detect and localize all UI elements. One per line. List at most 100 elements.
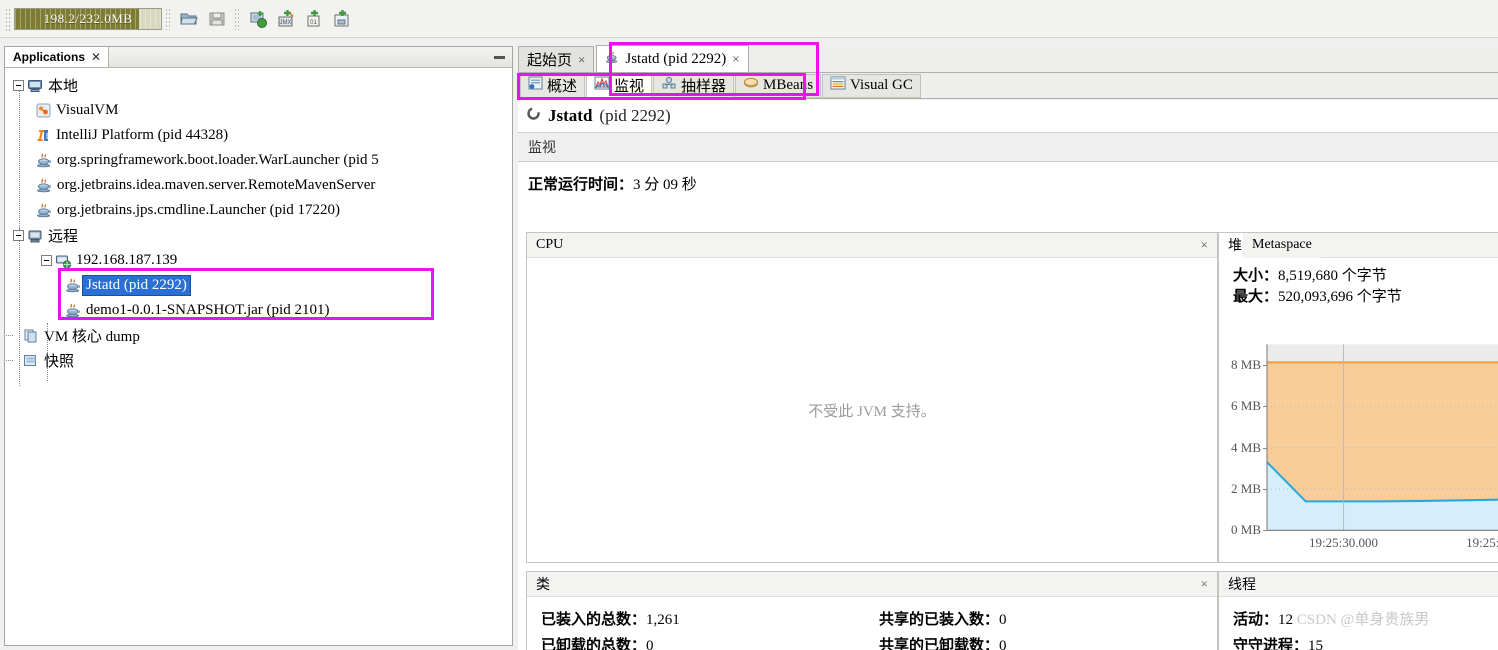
tree-node-remote[interactable]: 远程 [5,223,512,248]
csdn-watermark: CSDN @单身贵族男 [1296,612,1430,628]
cpu-pane: CPU × 不受此 JVM 支持。 [526,232,1218,563]
threads-pane-body: 活动：12 CSDN @单身贵族男 守守进程：15 [1219,597,1498,650]
java-icon [605,50,619,69]
threads-daemon-label: 守守进程： [1233,638,1309,650]
java-icon [36,203,52,218]
applications-panel: Applications ✕ 本地 VisualVM B IntelliJ Pl… [4,46,513,646]
classes-row-loaded: 已装入的总数：1,261 共享的已装入数：0 [541,607,1217,633]
cpu-pane-title: CPU [536,237,564,252]
tree-item-jstatd[interactable]: Jstatd (pid 2292) [5,273,512,298]
close-icon[interactable]: × [732,51,739,67]
close-icon[interactable]: × [578,52,585,68]
y-axis-tick-label: 2 MB [1231,480,1261,496]
tree-item-label: demo1-0.0.1-SNAPSHOT.jar (pid 2101) [86,302,330,318]
sampler-icon [661,76,677,95]
heap-tab-metaspace[interactable]: Metaspace [1243,232,1321,258]
collapse-handle-icon[interactable] [41,255,52,266]
monitor-view: Jstatd (pid 2292) 监视 正常运行时间：3 分 09 秒 CPU… [518,100,1498,650]
threads-pane-header: 线程 [1219,572,1498,597]
visualvm-window: 198.2/232.0MB JMX 01 Applications ✕ 本地 V… [0,0,1498,650]
close-icon[interactable]: × [1198,576,1211,592]
threads-row-daemon: 守守进程：15 [1233,633,1498,650]
tree-node-local-label: 本地 [48,79,79,95]
monitor-icon [594,76,610,95]
tree-item-remotemavenserver[interactable]: org.jetbrains.idea.maven.server.RemoteMa… [5,173,512,198]
app-title-pid: (pid 2292) [599,106,671,125]
tree-item-demo1-jar[interactable]: demo1-0.0.1-SNAPSHOT.jar (pid 2101) [5,298,512,323]
document-tabs: 起始页 × Jstatd (pid 2292) × [518,45,1498,73]
heap-max-value: 520,093,696 个字节 [1278,289,1402,305]
classes-pane: 类 × 已装入的总数：1,261 共享的已装入数：0 已卸载的总数：0 共享的已… [526,571,1218,650]
main-toolbar: 198.2/232.0MB JMX 01 [0,0,1498,38]
x-axis-tick-label: 19:25: [1466,534,1498,550]
y-axis-tick [1263,365,1267,366]
toolbar-separator-2 [234,7,241,30]
close-icon[interactable]: × [1198,237,1211,253]
applications-tree[interactable]: 本地 VisualVM B IntelliJ Platform (pid 443… [5,68,512,645]
subtab-monitor-label: 监视 [614,79,645,95]
add-remote-host-button[interactable] [245,6,271,32]
tree-node-local[interactable]: 本地 [5,73,512,98]
tree-node-vm-coredump-label: VM 核心 dump [44,329,140,345]
add-jmx-connection-button[interactable]: JMX [273,6,299,32]
y-axis-tick-label: 0 MB [1231,522,1261,538]
tab-start-page-label: 起始页 [527,53,573,69]
toolbar-grip[interactable] [4,6,11,31]
heap-chart[interactable]: 0 MB 2 MB 4 MB 6 MB 8 MB 19:25:30.000 19:25: [1219,338,1498,562]
add-vm-coredump-button[interactable]: 01 [301,6,327,32]
y-axis-tick-label: 4 MB [1231,439,1261,455]
subtab-overview[interactable]: 概述 [520,73,586,98]
classes-shared-unloaded-label: 共享的已卸载数： [879,638,1000,650]
uptime-value: 3 分 09 秒 [633,177,697,193]
subtab-visual-gc[interactable]: Visual GC [822,73,921,98]
close-icon[interactable]: ✕ [91,50,101,64]
tree-item-jpslauncher[interactable]: org.jetbrains.jps.cmdline.Launcher (pid … [5,198,512,223]
classes-shared-loaded-label: 共享的已装入数： [879,612,1000,628]
threads-counters: 活动：12 CSDN @单身贵族男 守守进程：15 [1219,597,1498,650]
y-axis-tick [1263,530,1267,532]
subtab-sampler-label: 抽样器 [681,79,727,95]
remote-host-icon [27,228,43,244]
tab-applications[interactable]: Applications ✕ [5,47,110,67]
tree-node-vm-coredump[interactable]: VM 核心 dump [5,323,512,348]
memory-gauge[interactable]: 198.2/232.0MB [14,7,162,30]
java-icon [65,278,81,293]
collapse-handle-icon[interactable] [13,230,24,241]
classes-pane-title: 类 [536,578,550,593]
subtab-mbeans[interactable]: MBeans [735,73,822,98]
add-snapshot-button[interactable] [329,6,355,32]
visualvm-icon [36,103,51,118]
app-title: Jstatd (pid 2292) [518,100,1498,132]
subtab-sampler[interactable]: 抽样器 [653,73,735,98]
tree-node-snapshots[interactable]: 快照 [5,348,512,373]
heap-max-label: 最大： [1233,289,1279,305]
loading-spinner-icon [526,106,541,126]
heap-size-value: 8,519,680 个字节 [1278,268,1387,284]
tree-item-label: VisualVM [56,102,119,118]
x-axis-tick-label: 19:25:30.000 [1309,534,1379,550]
tree-item-visualvm[interactable]: VisualVM [5,98,512,123]
java-icon [36,178,52,193]
cpu-unsupported-message: 不受此 JVM 支持。 [808,403,936,420]
heap-pane: 堆 Metaspace 大小：8,519,680 个字节 最大：520,093,… [1218,232,1498,563]
tab-start-page[interactable]: 起始页 × [518,46,595,72]
minimize-button[interactable] [486,47,512,67]
open-snapshot-button[interactable] [176,6,202,32]
collapse-handle-icon[interactable] [13,80,24,91]
intellij-icon: B [36,128,51,143]
tree-item-warlauncher[interactable]: org.springframework.boot.loader.WarLaunc… [5,148,512,173]
tree-item-intellij[interactable]: B IntelliJ Platform (pid 44328) [5,123,512,148]
tree-node-remote-label: 远程 [48,229,79,245]
save-snapshot-button[interactable] [204,6,230,32]
heap-pane-body: 大小：8,519,680 个字节 最大：520,093,696 个字节 0 MB… [1219,258,1498,562]
svg-text:01: 01 [310,20,317,26]
tree-item-label: IntelliJ Platform (pid 44328) [56,127,229,143]
details-panel: 起始页 × Jstatd (pid 2292) × 概述 监视 抽样器 MBea… [517,42,1498,650]
tree-node-remote-host[interactable]: 192.168.187.139 [5,248,512,273]
threads-row-live: 活动：12 CSDN @单身贵族男 [1233,607,1498,633]
coredump-icon [23,328,39,343]
classes-counters: 已装入的总数：1,261 共享的已装入数：0 已卸载的总数：0 共享的已卸载数：… [527,597,1217,650]
subtab-monitor[interactable]: 监视 [586,73,653,98]
tab-jstatd[interactable]: Jstatd (pid 2292) × [596,45,749,72]
classes-unloaded-label: 已卸载的总数： [541,638,647,650]
